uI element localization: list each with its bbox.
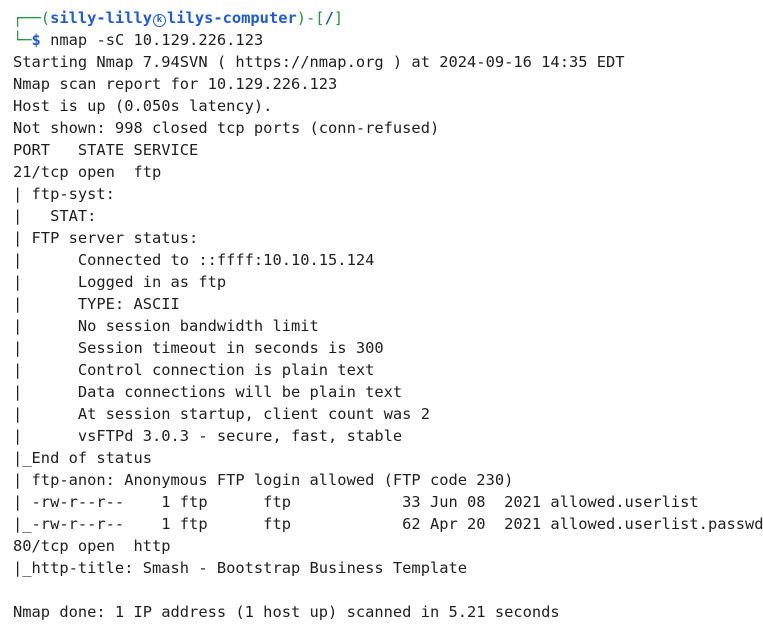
output-line: | Control connection is plain text: [13, 361, 375, 379]
prompt-host: lilys-computer: [167, 9, 297, 27]
output-line: | Session timeout in seconds is 300: [13, 339, 384, 357]
output-line: | FTP server status:: [13, 229, 199, 247]
output-line: | -rw-r--r-- 1 ftp ftp 33 Jun 08 2021 al…: [13, 493, 699, 511]
prompt-symbol: $: [31, 31, 41, 49]
prompt-close-paren: )-[: [296, 9, 325, 27]
prompt-corner-bottom: └─: [13, 31, 32, 49]
output-line: |_End of status: [13, 449, 152, 467]
skull-icon: k: [153, 14, 167, 27]
output-line: | ftp-syst:: [13, 185, 115, 203]
output-line: | Connected to ::ffff:10.10.15.124: [13, 251, 375, 269]
output-line: | At session startup, client count was 2: [13, 405, 430, 423]
terminal-window[interactable]: ┌──(silly-lilly k lilys-computer)-[/] └─$ …: [0, 0, 763, 631]
output-line: | vsFTPd 3.0.3 - secure, fast, stable: [13, 427, 403, 445]
terminal-output: Starting Nmap 7.94SVN ( https://nmap.org…: [13, 51, 763, 623]
output-line: | No session bandwidth limit: [13, 317, 319, 335]
prompt-close-bracket: ]: [333, 9, 344, 27]
prompt-line-top: ┌──(silly-lilly k lilys-computer)-[/]: [13, 7, 763, 29]
output-line: Nmap scan report for 10.129.226.123: [13, 75, 338, 93]
output-line: Nmap done: 1 IP address (1 host up) scan…: [13, 603, 560, 621]
output-line: |_-rw-r--r-- 1 ftp ftp 62 Apr 20 2021 al…: [13, 515, 763, 533]
command-text: nmap -sC 10.129.226.123: [50, 31, 264, 49]
output-line: 21/tcp open ftp: [13, 163, 162, 181]
output-line: PORT STATE SERVICE: [13, 141, 199, 159]
output-line: 80/tcp open http: [13, 537, 171, 555]
output-line: Host is up (0.050s latency).: [13, 97, 273, 115]
prompt-line-command: └─$ nmap -sC 10.129.226.123: [13, 29, 763, 51]
output-line: |_http-title: Smash - Bootstrap Business…: [13, 559, 468, 577]
output-line: | STAT:: [13, 207, 97, 225]
output-line: Starting Nmap 7.94SVN ( https://nmap.org…: [13, 53, 625, 71]
output-line: | Logged in as ftp: [13, 273, 227, 291]
output-line: | TYPE: ASCII: [13, 295, 180, 313]
output-line: Not shown: 998 closed tcp ports (conn-re…: [13, 119, 440, 137]
output-line: | ftp-anon: Anonymous FTP login allowed …: [13, 471, 514, 489]
prompt-user: silly-lilly: [50, 9, 153, 27]
output-line: | Data connections will be plain text: [13, 383, 403, 401]
prompt-path: /: [324, 9, 334, 27]
prompt-corner-top: ┌──(: [13, 9, 51, 27]
